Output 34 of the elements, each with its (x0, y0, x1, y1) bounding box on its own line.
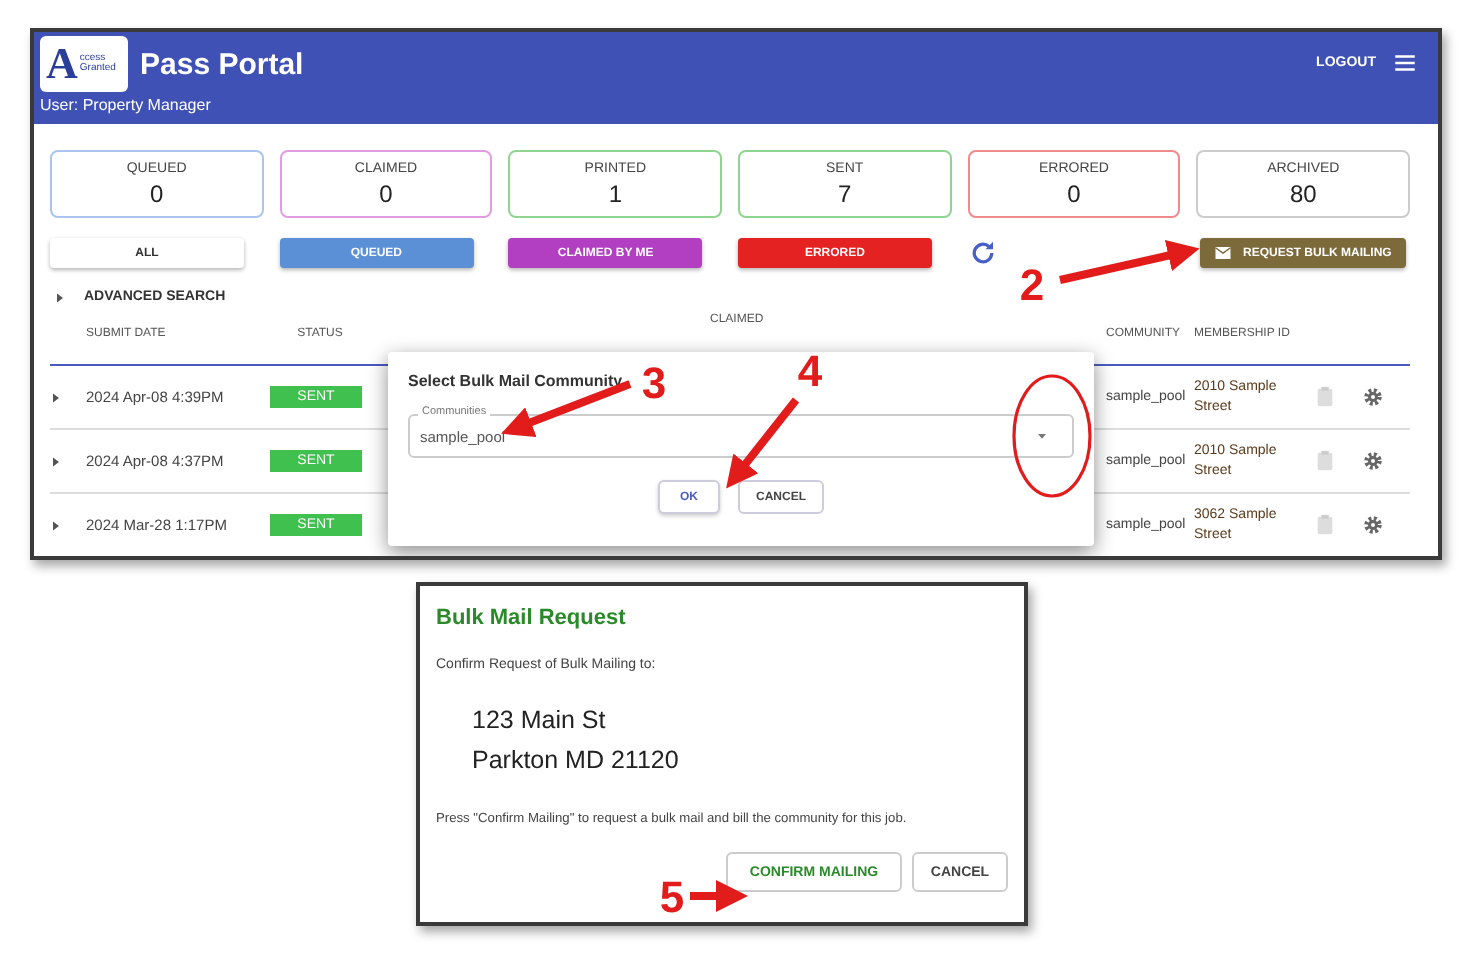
user-label: User: Property Manager (40, 96, 213, 114)
step-number: 5 (659, 872, 685, 922)
count-value: 7 (837, 179, 852, 207)
expand-arrow-icon[interactable] (54, 291, 66, 303)
expand-arrow-icon[interactable] (50, 455, 62, 467)
app-title: Pass Portal (140, 47, 304, 81)
count-value: 80 (1289, 179, 1317, 207)
annotation-arrow (1059, 239, 1200, 284)
clipboard-icon[interactable] (1314, 514, 1336, 536)
envelope-icon (1214, 244, 1233, 262)
step-number: 3 (641, 358, 667, 408)
dialog-title: Select Bulk Mail Community (408, 372, 623, 390)
gear-icon[interactable] (1362, 450, 1384, 472)
gear-icon[interactable] (1362, 386, 1384, 408)
annotation-arrow (726, 397, 800, 489)
expand-arrow-icon[interactable] (50, 519, 62, 531)
annotation-arrow (690, 880, 748, 912)
address-line: 123 Main St (472, 704, 606, 738)
step-number: 2 (1019, 260, 1045, 310)
clipboard-icon[interactable] (1314, 386, 1336, 408)
annotation-circle (1012, 374, 1092, 498)
gear-icon[interactable] (1362, 514, 1384, 536)
address-line: Parkton MD 21120 (472, 744, 679, 778)
count-value: 0 (149, 179, 164, 207)
clipboard-icon[interactable] (1314, 450, 1336, 472)
count-value: 1 (608, 179, 622, 207)
dropdown-caret-icon[interactable] (1034, 428, 1050, 444)
expand-arrow-icon[interactable] (50, 391, 62, 403)
menu-icon[interactable] (1392, 49, 1418, 75)
count-value: 0 (379, 179, 393, 207)
refresh-icon[interactable] (967, 238, 998, 268)
dialog-title: Bulk Mail Request (436, 606, 628, 630)
count-value: 0 (1067, 179, 1081, 207)
step-number: 4 (797, 346, 823, 396)
